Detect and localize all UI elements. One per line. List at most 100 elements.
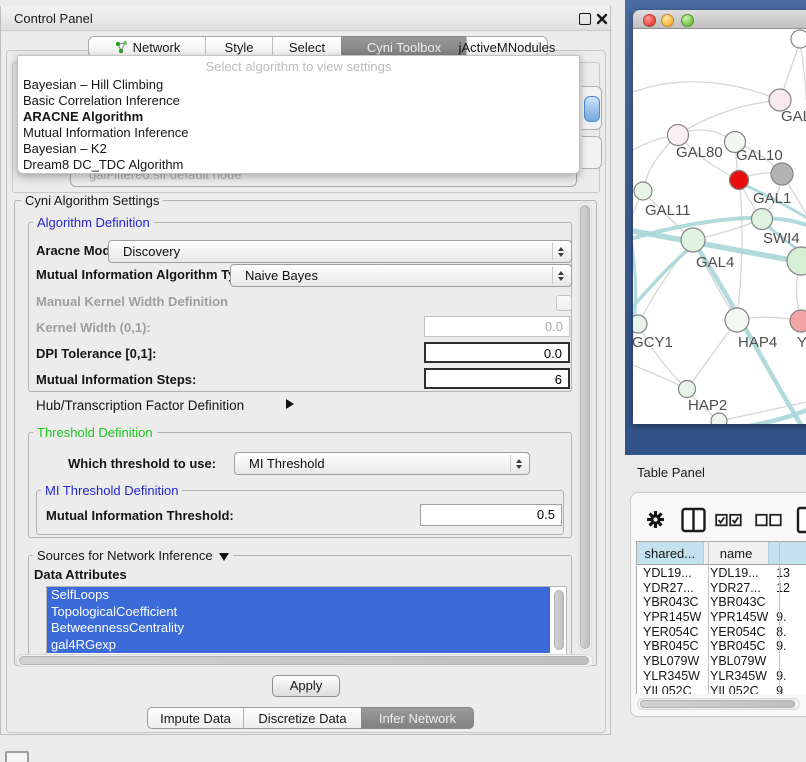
table-cell: 8. xyxy=(770,625,806,640)
mi-threshold-field[interactable]: 0.5 xyxy=(420,504,562,526)
settings-hscrollbar[interactable] xyxy=(16,654,594,667)
file-icon[interactable] xyxy=(796,506,806,534)
minimize-window-icon[interactable] xyxy=(661,14,674,27)
kernel-width-field[interactable]: 0.0 xyxy=(424,316,570,337)
expand-right-icon[interactable] xyxy=(286,399,294,409)
aracne-mode-value: Discovery xyxy=(123,244,180,259)
attribute-item-gal4rgexp[interactable]: gal4RGexp xyxy=(47,637,550,654)
network-icon xyxy=(114,40,129,55)
bottom-tab-discretize-data[interactable]: Discretize Data xyxy=(243,707,361,729)
network-node-gal11[interactable] xyxy=(634,182,652,200)
table-hscrollbar[interactable] xyxy=(637,698,800,710)
attribute-item-betweennesscentrality[interactable]: BetweennessCentrality xyxy=(47,620,550,637)
network-node-gal4[interactable] xyxy=(681,228,705,252)
table-row[interactable]: YBR043CYBR043C xyxy=(637,595,806,610)
attribute-item-topologicalcoefficient[interactable]: TopologicalCoefficient xyxy=(47,604,550,621)
algorithm-option-dream8-dc-tdc-algorithm[interactable]: Dream8 DC_TDC Algorithm xyxy=(18,157,579,173)
column-header-name[interactable]: name xyxy=(704,542,770,564)
table-row[interactable]: YPR145WYPR145W9. xyxy=(637,610,806,625)
table-cell: YBR043C xyxy=(637,595,704,610)
deselect-all-checkboxes-icon[interactable] xyxy=(755,513,782,527)
spinner-arrows-icon xyxy=(552,267,568,284)
table-row[interactable]: YER054CYER054C8. xyxy=(637,625,806,640)
table-cell: YBR043C xyxy=(704,595,770,610)
settings-vscrollbar[interactable] xyxy=(578,202,592,652)
spinner-arrows-icon xyxy=(552,243,568,260)
mi-algorithm-label: Mutual Information Algorithm Type: xyxy=(36,267,255,282)
panel-title: Control Panel xyxy=(14,11,93,26)
algorithm-option-aracne-algorithm[interactable]: ARACNE Algorithm xyxy=(18,109,579,125)
network-node-y[interactable] xyxy=(790,310,806,332)
float-panel-icon[interactable] xyxy=(579,13,591,25)
table-row[interactable]: YIL052CYIL052C9 xyxy=(637,684,806,695)
network-node[interactable] xyxy=(711,413,727,424)
spinner-arrows-icon xyxy=(510,455,526,472)
bottom-tab-impute-data[interactable]: Impute Data xyxy=(147,707,243,729)
gear-icon[interactable] xyxy=(646,510,665,529)
hub-section-label[interactable]: Hub/Transcription Factor Definition xyxy=(36,398,244,413)
bottom-tab-infer-network[interactable]: Infer Network xyxy=(361,707,474,729)
tab-label: Network xyxy=(133,40,181,55)
network-node[interactable] xyxy=(787,247,806,275)
algorithm-list: Bayesian – Hill ClimbingBasic Correlatio… xyxy=(18,77,579,173)
network-node-gal1[interactable] xyxy=(730,171,749,190)
settings-hscrollbar-thumb[interactable] xyxy=(19,656,589,665)
network-node-gal80[interactable] xyxy=(668,125,689,146)
aracne-mode-combo[interactable]: Discovery xyxy=(108,240,572,263)
table-body[interactable]: YDL19...YDL19...13YDR27...YDR27...12YBR0… xyxy=(636,566,806,694)
dpi-tolerance-field[interactable]: 0.0 xyxy=(424,342,570,363)
network-node-hap4[interactable] xyxy=(725,308,749,332)
node-label: GAL80 xyxy=(676,144,723,161)
select-all-checkboxes-icon[interactable] xyxy=(715,513,742,527)
network-node[interactable] xyxy=(791,30,806,48)
algorithm-option-bayesian-k2[interactable]: Bayesian – K2 xyxy=(18,141,579,157)
apply-button[interactable]: Apply xyxy=(272,675,340,697)
collapse-down-icon[interactable] xyxy=(219,553,229,561)
columns-icon[interactable] xyxy=(681,507,706,533)
table-hscrollbar-thumb[interactable] xyxy=(640,700,795,708)
network-edge[interactable] xyxy=(633,82,780,100)
algorithm-option-bayesian-hill-climbing[interactable]: Bayesian – Hill Climbing xyxy=(18,77,579,93)
mi-algorithm-combo[interactable]: Naive Bayes xyxy=(230,264,572,287)
table-row[interactable]: YBL079WYBL079W xyxy=(637,654,806,669)
table-row[interactable]: YDR27...YDR27...12 xyxy=(637,581,806,596)
table-cell: 13 xyxy=(770,566,806,581)
list-scrollbar-thumb[interactable] xyxy=(554,590,564,650)
table-row[interactable]: YLR345WYLR345W9. xyxy=(637,669,806,684)
table-cell: YBR045C xyxy=(704,639,770,654)
network-edge[interactable] xyxy=(687,320,737,389)
close-icon[interactable] xyxy=(596,13,608,25)
network-node-hap2[interactable] xyxy=(679,381,696,398)
cyni-settings-title: Cyni Algorithm Settings xyxy=(21,193,163,208)
network-node-gcy1[interactable] xyxy=(633,315,647,333)
network-canvas[interactable]: GALGAL80GAL10GAL1SWI4GAL11GAL4GCY1HAP4YH… xyxy=(633,29,806,424)
network-node-swi4[interactable] xyxy=(752,209,773,230)
network-window-titlebar[interactable] xyxy=(633,10,806,29)
network-edge[interactable] xyxy=(800,42,806,100)
column-header-shared-[interactable]: shared... xyxy=(637,542,704,564)
which-threshold-label: Which threshold to use: xyxy=(68,456,216,471)
combo-spinner-fragment[interactable] xyxy=(584,96,600,122)
manual-kernel-checkbox[interactable] xyxy=(556,295,572,311)
table-cell: YBL079W xyxy=(637,654,704,669)
mi-steps-field[interactable]: 6 xyxy=(424,368,570,389)
algorithm-option-basic-correlation-inference[interactable]: Basic Correlation Inference xyxy=(18,93,579,109)
network-node[interactable] xyxy=(771,163,793,185)
attribute-item-selfloops[interactable]: SelfLoops xyxy=(47,587,550,604)
tab-label: Select xyxy=(289,40,325,55)
column-header-extra[interactable] xyxy=(769,542,806,564)
column-divider xyxy=(708,541,709,694)
settings-vscrollbar-thumb[interactable] xyxy=(580,205,590,649)
table-cell: YDL19... xyxy=(704,566,770,581)
close-window-icon[interactable] xyxy=(643,14,656,27)
data-attributes-list[interactable]: SelfLoopsTopologicalCoefficientBetweenne… xyxy=(46,586,567,655)
table-row[interactable]: YBR045CYBR045C9. xyxy=(637,639,806,654)
zoom-window-icon[interactable] xyxy=(681,14,694,27)
algorithm-option-mutual-information-inference[interactable]: Mutual Information Inference xyxy=(18,125,579,141)
dock-panel-icon[interactable] xyxy=(5,751,29,762)
box-fragment xyxy=(582,136,602,169)
network-graph[interactable]: GALGAL80GAL10GAL1SWI4GAL11GAL4GCY1HAP4YH… xyxy=(633,29,806,424)
table-header-row[interactable]: shared...name xyxy=(636,541,806,565)
which-threshold-combo[interactable]: MI Threshold xyxy=(234,452,530,475)
table-row[interactable]: YDL19...YDL19...13 xyxy=(637,566,806,581)
